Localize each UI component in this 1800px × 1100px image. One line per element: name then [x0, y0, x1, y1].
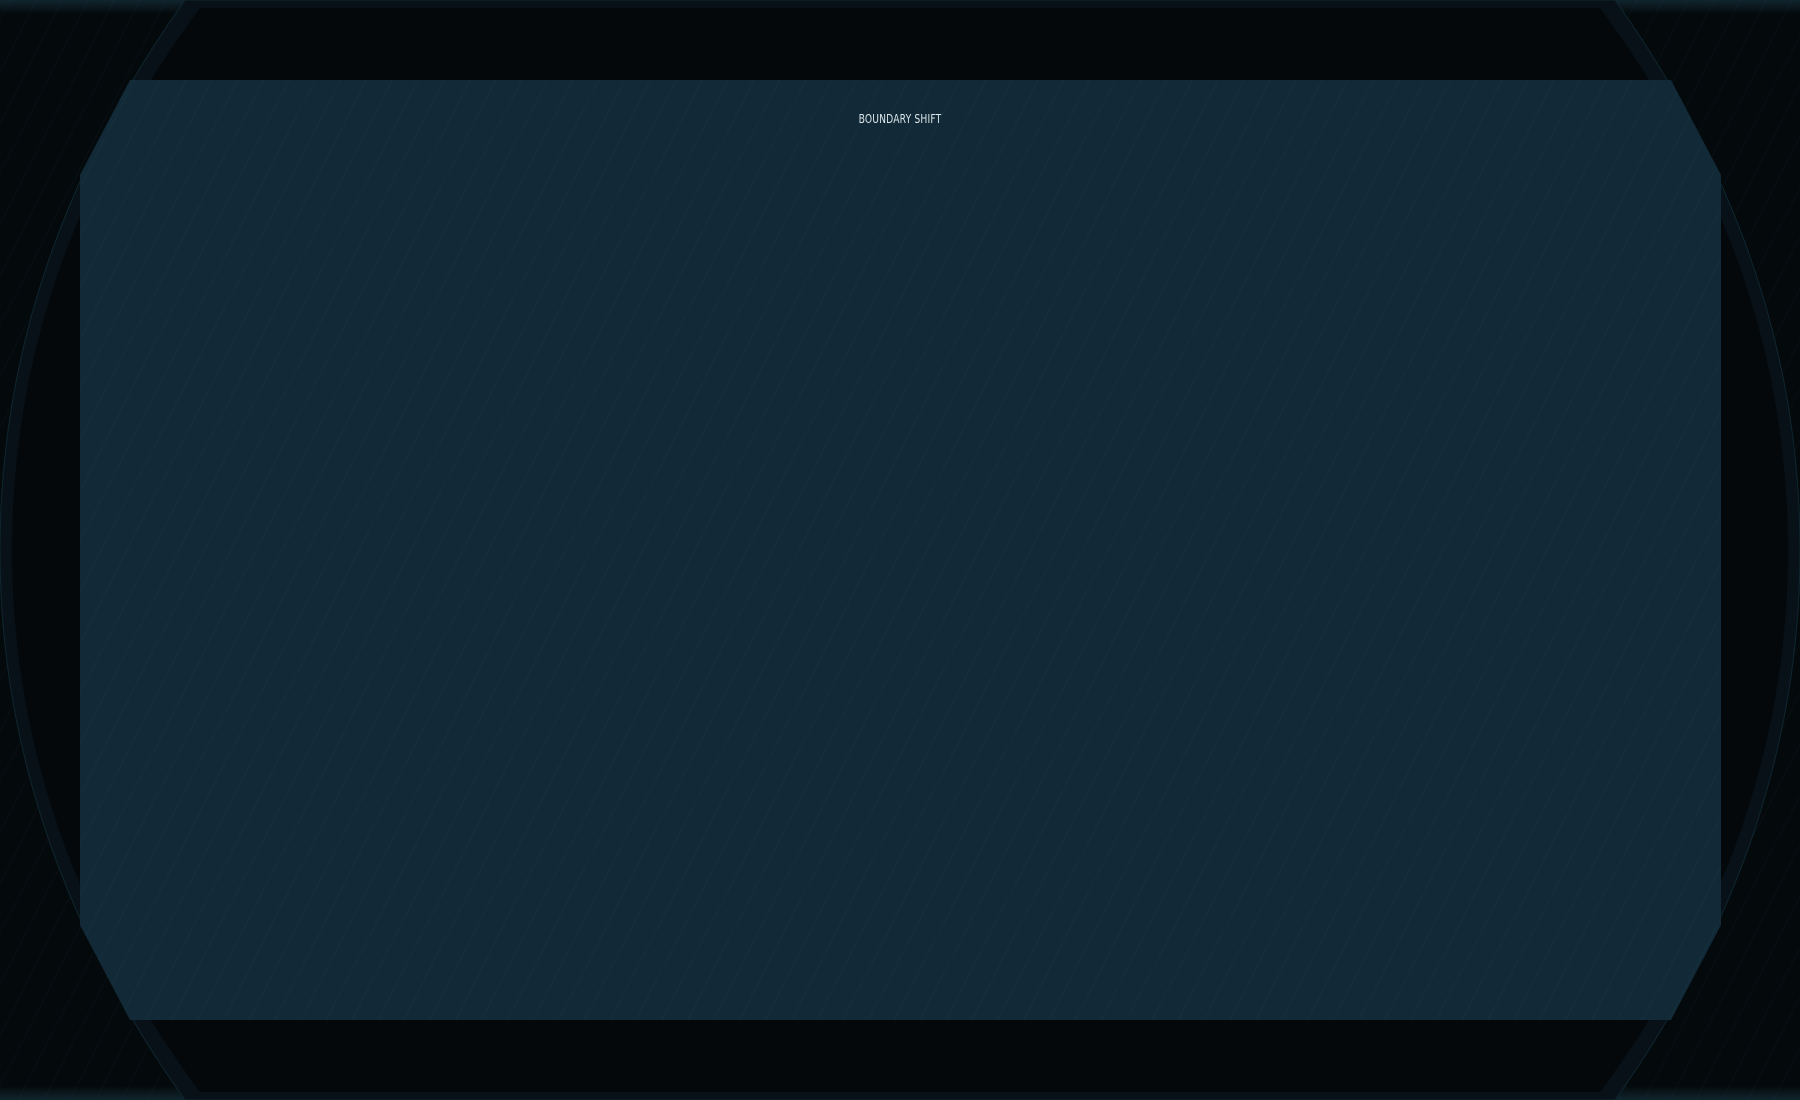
game-screen-panel[interactable]	[80, 80, 1721, 1020]
game-title: BOUNDARY SHIFT	[858, 112, 942, 126]
